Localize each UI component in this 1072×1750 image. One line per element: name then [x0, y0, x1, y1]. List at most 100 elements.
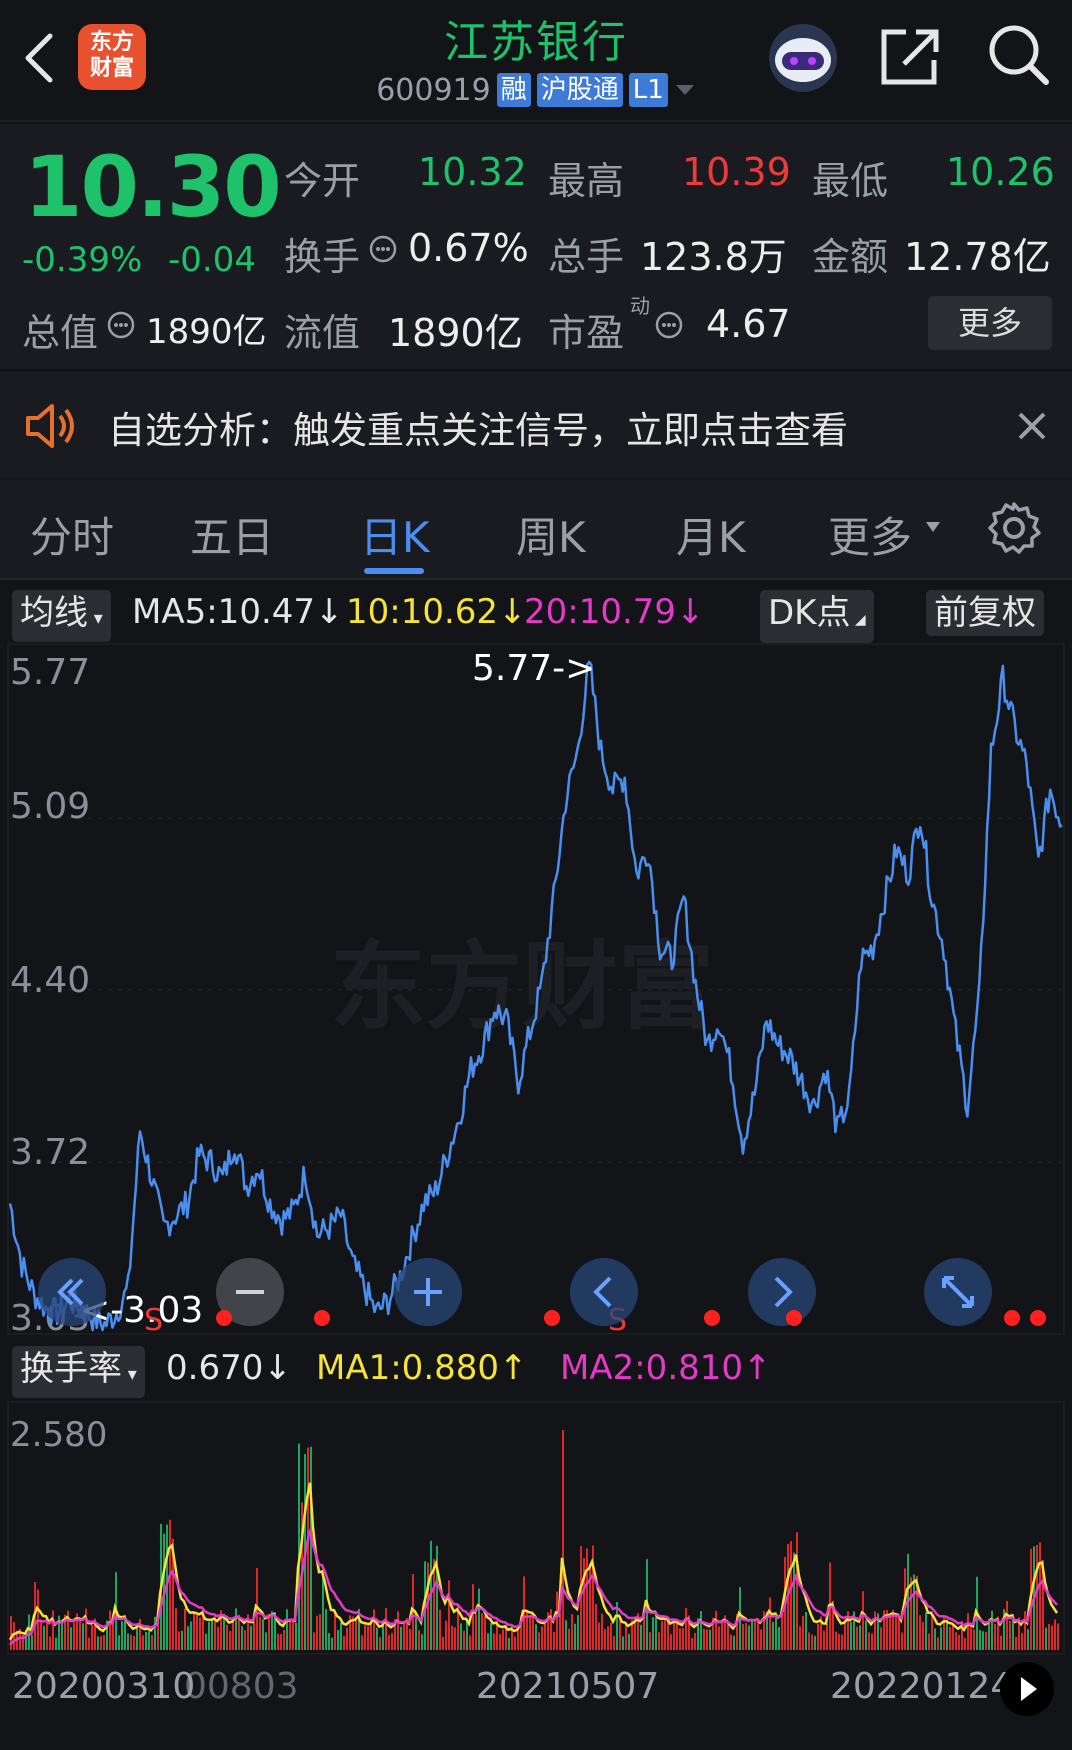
turnover-bar	[31, 1635, 33, 1650]
turnover-bar	[841, 1634, 843, 1650]
info-icon[interactable]	[106, 310, 136, 340]
app-logo: 东方 财富	[78, 24, 146, 90]
turnover-bar	[598, 1622, 600, 1650]
max-price-marker: 5.77->	[472, 648, 595, 689]
turnover-bar	[55, 1637, 57, 1650]
turnover-bar	[514, 1636, 516, 1650]
turnover-bar	[1051, 1625, 1053, 1650]
turnover-bar	[118, 1635, 120, 1650]
turnover-bar	[400, 1626, 402, 1650]
turnover-bar	[142, 1635, 144, 1650]
scroll-right-button[interactable]	[748, 1258, 816, 1326]
back-arrow-icon[interactable]	[18, 26, 62, 90]
scroll-end-button[interactable]	[1000, 1662, 1054, 1716]
turnover-bar	[439, 1609, 441, 1650]
turnover-bar	[931, 1613, 933, 1650]
settings-gear-icon[interactable]	[986, 500, 1042, 556]
turnover-bar	[571, 1614, 573, 1650]
scroll-left-button[interactable]	[570, 1258, 638, 1326]
turnover-bar	[253, 1622, 255, 1650]
turnover-bar	[1021, 1633, 1023, 1650]
scroll-left-fast-button[interactable]	[38, 1258, 106, 1326]
turnover-bar	[280, 1633, 282, 1650]
tab-weekly-k[interactable]: 周K	[516, 504, 586, 565]
turnover-bar	[208, 1621, 210, 1650]
more-button[interactable]: 更多	[928, 296, 1052, 350]
turnover-bar	[382, 1624, 384, 1650]
turnover-bar	[469, 1635, 471, 1650]
tab-intraday[interactable]: 分时	[30, 504, 114, 565]
turnover-bar	[982, 1631, 984, 1650]
turnover-bar	[388, 1635, 390, 1650]
speaker-icon	[26, 404, 74, 448]
turnover-bar	[700, 1611, 702, 1650]
turnover-bar	[199, 1617, 201, 1650]
turnover-bar	[1015, 1636, 1017, 1650]
turnover-bar	[685, 1608, 687, 1650]
turnover-bar-chart[interactable]: 2.580	[0, 1400, 1072, 1660]
turnover-bar	[271, 1611, 273, 1650]
turnover-bar	[70, 1627, 72, 1650]
ma10-text: 10:10.62	[346, 592, 499, 632]
turnover-bar	[874, 1611, 876, 1650]
turnover-bar	[568, 1628, 570, 1650]
close-icon[interactable]	[1014, 408, 1050, 444]
turnover-bar	[703, 1628, 705, 1650]
turnover-bar	[1036, 1544, 1038, 1650]
double-chevron-left-icon	[57, 1278, 84, 1306]
turnover-bar	[133, 1636, 135, 1650]
pe-dynamic-sup: 动	[630, 294, 650, 318]
high-label: 最高	[548, 159, 625, 203]
turnover-bar	[541, 1626, 543, 1650]
turnover-bar	[559, 1613, 561, 1650]
volume-max-label: 2.580	[10, 1415, 107, 1455]
turnover-bar	[175, 1608, 177, 1650]
volume-indicator-selector[interactable]: 换手率 ▾	[12, 1346, 145, 1398]
turnover-bar	[277, 1633, 279, 1650]
turnover-bar	[556, 1591, 558, 1650]
volume-value: 123.8万	[640, 235, 787, 279]
stock-subtitle[interactable]: 600919 融 沪股通 L1	[360, 70, 712, 110]
turnover-bar	[385, 1608, 387, 1650]
tab-five-day[interactable]: 五日	[190, 504, 274, 565]
share-icon[interactable]	[876, 24, 944, 90]
stock-name[interactable]: 江苏银行	[360, 6, 712, 70]
turnover-bar	[991, 1610, 993, 1650]
float-label: 流值	[284, 311, 361, 355]
dropdown-triangle-icon: ▾	[88, 608, 103, 629]
x-label-date: 00803	[184, 1666, 299, 1707]
turnover-bar	[817, 1624, 819, 1650]
turnover-bar	[313, 1632, 315, 1650]
robot-assistant-icon[interactable]	[766, 22, 840, 94]
notice-text[interactable]: 自选分析：触发重点关注信号，立即点击查看	[108, 400, 848, 454]
dk-point-button[interactable]: DK点 ◢	[760, 590, 874, 643]
signal-dot	[1004, 1310, 1020, 1326]
open-label: 今开	[284, 159, 361, 203]
ma20-value: 20:10.79↓	[524, 592, 705, 632]
sell-signal-mark: S	[144, 1303, 163, 1338]
dk-point-label: DK点	[768, 593, 851, 633]
price-line-chart[interactable]: 5.77 5.09 4.40 3.72 3.03 东方财富 5.77-> <-3…	[0, 640, 1072, 1340]
turnover-bar	[898, 1616, 900, 1650]
turnover-bar	[835, 1631, 837, 1650]
turnover-bar	[661, 1621, 663, 1650]
turnover-bar	[604, 1629, 606, 1650]
turnover-bar	[391, 1632, 393, 1650]
turnover-bar	[622, 1636, 624, 1650]
volume-label: 总手	[548, 235, 625, 279]
search-icon[interactable]	[986, 22, 1052, 88]
info-icon[interactable]	[654, 310, 684, 340]
turnover-bar	[529, 1615, 531, 1650]
tab-more[interactable]: 更多	[828, 504, 912, 565]
tab-daily-k[interactable]: 日K	[360, 504, 430, 565]
fullscreen-button[interactable]	[924, 1258, 992, 1326]
zoom-in-button[interactable]	[394, 1258, 462, 1326]
plus-icon	[414, 1278, 442, 1306]
indicator-selector[interactable]: 均线 ▾	[12, 590, 111, 642]
turnover-bar	[331, 1637, 333, 1650]
turnover-bar	[658, 1632, 660, 1650]
adjust-button[interactable]: 前复权	[926, 590, 1044, 636]
turnover-bar	[796, 1532, 798, 1650]
tab-monthly-k[interactable]: 月K	[676, 504, 746, 565]
info-icon[interactable]	[368, 234, 398, 264]
